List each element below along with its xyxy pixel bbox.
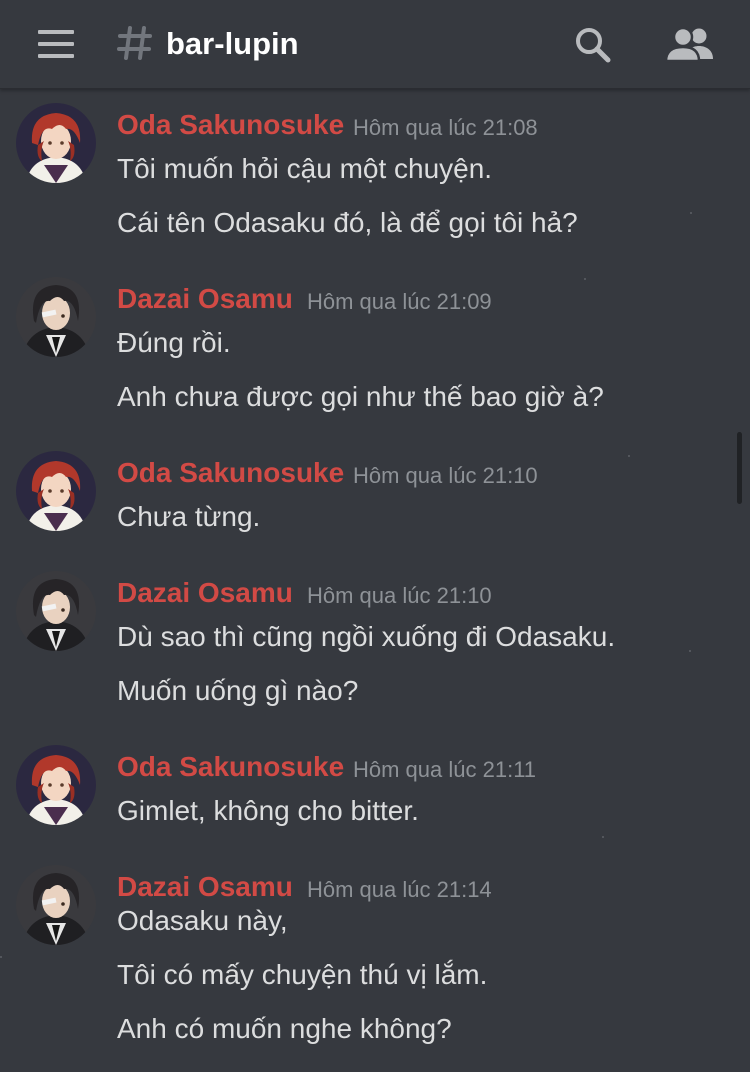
message-text: Odasaku này, (117, 905, 288, 936)
message-text: Muốn uống gì nào? (117, 675, 359, 706)
dazai-avatar-image (16, 865, 96, 945)
message-group: Dazai Osamu Hôm qua lúc 21:14 Odasaku nà… (0, 859, 730, 1069)
background-speck (0, 956, 2, 958)
message-text: Tôi có mấy chuyện thú vị lắm. (117, 959, 488, 990)
background-speck (602, 836, 604, 838)
channel-name: bar-lupin (166, 26, 299, 61)
message-text: Dù sao thì cũng ngồi xuống đi Odasaku. (117, 621, 616, 652)
oda-avatar-image (16, 103, 96, 183)
oda-avatar-image (16, 451, 96, 531)
message-timestamp: Hôm qua lúc 21:10 (353, 463, 538, 488)
message-author[interactable]: Oda Sakunosuke (117, 107, 344, 143)
background-speck (628, 455, 630, 457)
background-speck (689, 650, 691, 652)
message-timestamp: Hôm qua lúc 21:11 (353, 757, 537, 782)
hamburger-menu-icon[interactable] (38, 30, 74, 58)
message-author[interactable]: Dazai Osamu (117, 575, 293, 611)
message-timestamp: Hôm qua lúc 21:10 (307, 583, 492, 608)
message-author[interactable]: Oda Sakunosuke (117, 455, 344, 491)
background-speck (690, 212, 692, 214)
avatar-dazai[interactable] (16, 865, 96, 945)
message-group: Oda Sakunosuke Hôm qua lúc 21:08 Tôi muố… (0, 97, 730, 257)
message-author[interactable]: Oda Sakunosuke (117, 749, 344, 785)
message-text: Anh chưa được gọi như thế bao giờ à? (117, 381, 604, 412)
message-timestamp: Hôm qua lúc 21:08 (353, 115, 538, 140)
chat-app: bar-lupin Oda Sakunosuke Hôm qua lúc 21:… (0, 0, 750, 1072)
message-text: Cái tên Odasaku đó, là để gọi tôi hả? (117, 207, 578, 238)
message-text: Đúng rồi. (117, 327, 231, 358)
avatar-dazai[interactable] (16, 277, 96, 357)
avatar-oda[interactable] (16, 103, 96, 183)
search-icon[interactable] (572, 24, 614, 66)
message-author[interactable]: Dazai Osamu (117, 869, 293, 905)
scrollbar-thumb[interactable] (737, 432, 742, 504)
message-text: Tôi muốn hỏi cậu một chuyện. (117, 153, 493, 184)
message-list[interactable]: Oda Sakunosuke Hôm qua lúc 21:08 Tôi muố… (0, 89, 750, 1072)
message-group: Dazai Osamu Hôm qua lúc 21:10 Dù sao thì… (0, 565, 730, 725)
hash-icon (117, 26, 152, 60)
message-text: Anh có muốn nghe không? (117, 1013, 452, 1044)
message-timestamp: Hôm qua lúc 21:09 (307, 289, 492, 314)
oda-avatar-image (16, 745, 96, 825)
channel-header: bar-lupin (0, 0, 750, 89)
avatar-oda[interactable] (16, 745, 96, 825)
background-speck (584, 278, 586, 280)
message-timestamp: Hôm qua lúc 21:14 (307, 877, 492, 902)
message-text: Chưa từng. (117, 501, 261, 532)
message-group: Oda Sakunosuke Hôm qua lúc 21:11 Gimlet,… (0, 739, 730, 839)
message-text: Gimlet, không cho bitter. (117, 795, 419, 826)
dazai-avatar-image (16, 571, 96, 651)
avatar-oda[interactable] (16, 451, 96, 531)
dazai-avatar-image (16, 277, 96, 357)
message-group: Oda Sakunosuke Hôm qua lúc 21:10 Chưa từ… (0, 445, 730, 545)
message-group: Dazai Osamu Hôm qua lúc 21:09 Đúng rồi. … (0, 271, 730, 431)
message-author[interactable]: Dazai Osamu (117, 281, 293, 317)
avatar-dazai[interactable] (16, 571, 96, 651)
members-icon[interactable] (664, 24, 716, 66)
